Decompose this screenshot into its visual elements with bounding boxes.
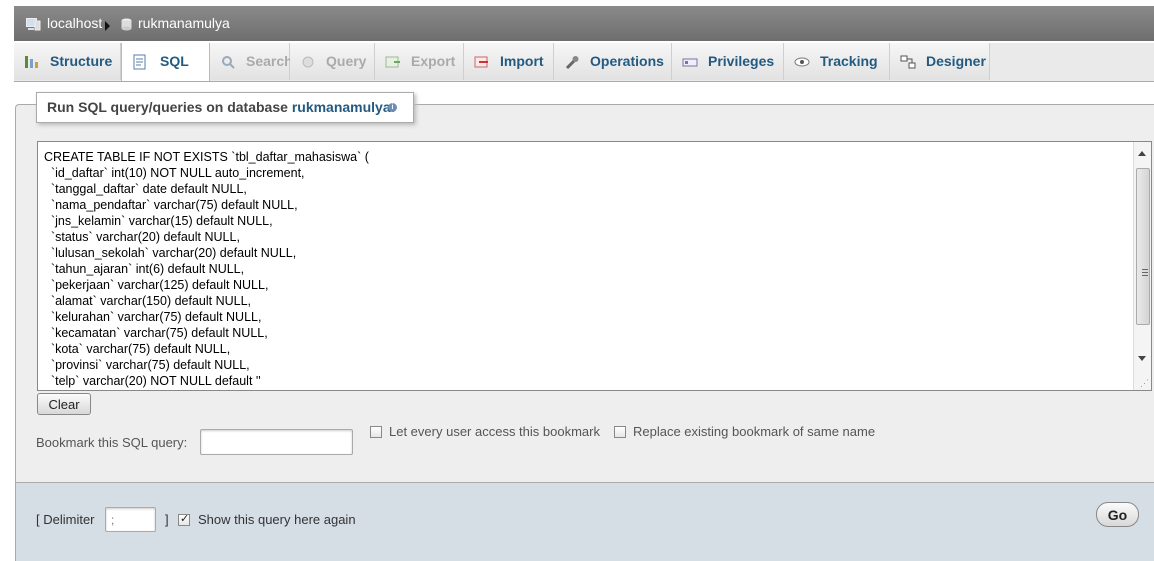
- tab-structure[interactable]: Structure: [14, 43, 121, 80]
- privileges-icon: [682, 58, 698, 67]
- show-query-again-label: Show this query here again: [198, 512, 356, 527]
- sql-query-legend: Run SQL query/queries on database rukman…: [36, 92, 414, 123]
- tab-label: Search: [246, 53, 293, 69]
- main-tabs: Structure SQL Search Query Export Import…: [14, 43, 1154, 82]
- server-icon: [26, 17, 41, 31]
- tab-label: SQL: [160, 53, 189, 69]
- replace-bookmark-checkbox[interactable]: [614, 426, 626, 438]
- show-query-again-checkbox[interactable]: [178, 512, 190, 526]
- sql-line: `provinsi` varchar(75) default NULL,: [44, 358, 250, 372]
- tab-search[interactable]: Search: [210, 43, 293, 80]
- sql-line: `tahun_ajaran` int(6) default NULL,: [44, 262, 245, 276]
- sql-line: `kota` varchar(75) default NULL,: [44, 342, 231, 356]
- legend-database-name: rukmanamulya:: [291, 99, 396, 115]
- sql-line: CREATE TABLE IF NOT EXISTS `tbl_daftar_m…: [44, 150, 369, 164]
- bookmark-input[interactable]: [200, 429, 353, 455]
- scrollbar-thumb[interactable]: [1136, 168, 1150, 325]
- tab-tracking[interactable]: Tracking: [784, 43, 890, 80]
- tab-label: Structure: [50, 53, 113, 69]
- tab-query[interactable]: Query: [290, 43, 375, 80]
- wrench-icon: [565, 56, 579, 70]
- go-button[interactable]: Go: [1096, 502, 1139, 527]
- clear-button[interactable]: Clear: [37, 393, 91, 415]
- bookmark-label: Bookmark this SQL query:: [36, 435, 188, 450]
- query-icon: [302, 56, 314, 68]
- textarea-scrollbar[interactable]: [1133, 142, 1151, 390]
- tab-label: Privileges: [708, 53, 775, 69]
- delimiter-close: ]: [165, 512, 169, 527]
- export-icon: [385, 56, 400, 68]
- tab-label: Query: [326, 53, 367, 69]
- breadcrumb-database[interactable]: rukmanamulya: [121, 6, 230, 41]
- search-icon: [222, 56, 235, 69]
- tab-operations[interactable]: Operations: [554, 43, 672, 80]
- tab-designer[interactable]: Designer: [890, 43, 990, 80]
- delimiter-input[interactable]: [105, 507, 156, 532]
- tab-import[interactable]: Import: [464, 43, 554, 80]
- breadcrumb-server[interactable]: localhost: [26, 6, 102, 41]
- tab-export[interactable]: Export: [375, 43, 464, 80]
- tab-label: Tracking: [820, 53, 878, 69]
- sql-icon: [133, 54, 146, 70]
- sql-line: `telp` varchar(20) NOT NULL default '': [44, 374, 261, 388]
- help-icon[interactable]: i: [388, 103, 397, 112]
- tab-label: Operations: [590, 53, 664, 69]
- breadcrumb-server-label: localhost: [47, 15, 103, 31]
- sql-line: `alamat` varchar(150) default NULL,: [44, 294, 252, 308]
- delimiter-label: [ Delimiter: [36, 512, 95, 527]
- scroll-up-icon[interactable]: [1138, 151, 1146, 156]
- breadcrumb-separator-icon: [105, 21, 110, 31]
- sql-line: `lulusan_sekolah` varchar(20) default NU…: [44, 246, 297, 260]
- sql-line: `jns_kelamin` varchar(15) default NULL,: [44, 214, 273, 228]
- breadcrumb-database-label: rukmanamulya: [138, 15, 230, 31]
- breadcrumb: localhost rukmanamulya: [14, 6, 1154, 41]
- sql-line: `kecamatan` varchar(75) default NULL,: [44, 326, 268, 340]
- tab-label: Export: [411, 53, 456, 69]
- tab-sql[interactable]: SQL: [121, 43, 210, 81]
- tab-label: Import: [500, 53, 544, 69]
- sql-query-text[interactable]: CREATE TABLE IF NOT EXISTS `tbl_daftar_m…: [44, 149, 369, 389]
- tab-privileges[interactable]: Privileges: [672, 43, 784, 80]
- structure-icon: [25, 56, 38, 68]
- database-icon: [121, 18, 132, 31]
- sql-line: `nama_pendaftar` varchar(75) default NUL…: [44, 198, 298, 212]
- every-user-label: Let every user access this bookmark: [389, 424, 600, 439]
- sql-line: `tanggal_daftar` date default NULL,: [44, 182, 247, 196]
- every-user-checkbox[interactable]: [370, 426, 382, 438]
- import-icon: [474, 56, 488, 68]
- sql-line: `status` varchar(20) default NULL,: [44, 230, 240, 244]
- legend-text: Run SQL query/queries on database: [47, 99, 288, 115]
- eye-icon: [794, 57, 810, 67]
- scroll-down-icon[interactable]: [1138, 356, 1146, 361]
- replace-bookmark-label: Replace existing bookmark of same name: [633, 424, 876, 439]
- sql-query-textarea[interactable]: CREATE TABLE IF NOT EXISTS `tbl_daftar_m…: [37, 141, 1152, 391]
- sql-line: `pekerjaan` varchar(125) default NULL,: [44, 278, 269, 292]
- sql-line: `id_daftar` int(10) NOT NULL auto_increm…: [44, 166, 305, 180]
- resize-handle-icon[interactable]: ⋰: [1140, 379, 1149, 388]
- sql-line: `kelurahan` varchar(75) default NULL,: [44, 310, 262, 324]
- tab-label: Designer: [926, 53, 986, 69]
- designer-icon: [900, 55, 916, 69]
